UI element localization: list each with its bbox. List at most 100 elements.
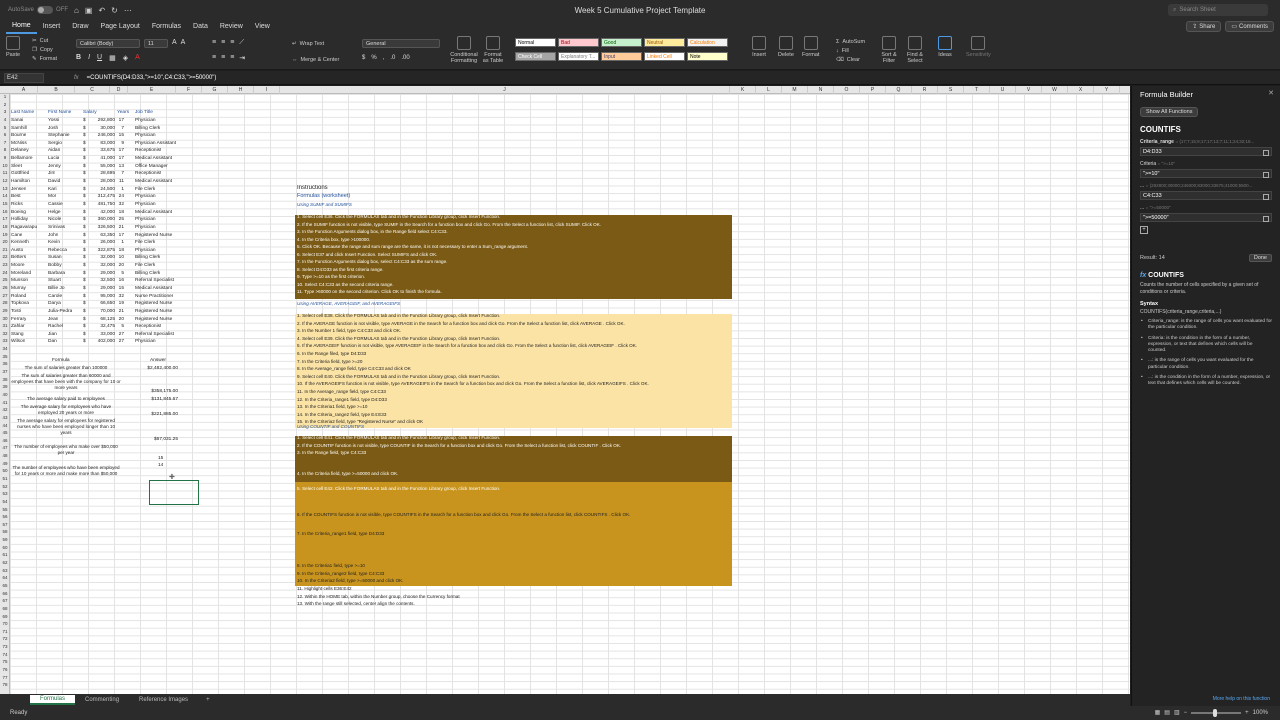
page-layout-icon[interactable]: ▤ [1164, 709, 1170, 716]
row-header[interactable]: 35 [0, 354, 10, 359]
column-header[interactable]: L [756, 86, 782, 94]
save-icon[interactable]: ▣ [85, 6, 93, 15]
sheet-tab-formulas[interactable]: Formulas [30, 695, 76, 705]
column-header[interactable]: S [938, 86, 964, 94]
row-header[interactable]: 78 [0, 682, 10, 687]
row-header[interactable]: 51 [0, 476, 10, 481]
row-header[interactable]: 22 [0, 254, 10, 259]
row-header[interactable]: 10 [0, 163, 10, 168]
column-header[interactable]: M [782, 86, 808, 94]
row-header[interactable]: 75 [0, 659, 10, 664]
undo-icon[interactable]: ↶ [98, 6, 105, 15]
row-header[interactable]: 57 [0, 522, 10, 527]
row-header[interactable]: 47 [0, 445, 10, 450]
row-header[interactable]: 15 [0, 201, 10, 206]
sort-filter-button[interactable]: Sort & Filter [878, 36, 900, 64]
style-bad[interactable]: Bad [558, 38, 599, 47]
add-sheet-icon[interactable]: + [198, 697, 218, 703]
column-header[interactable]: N [808, 86, 834, 94]
column-header[interactable]: R [912, 86, 938, 94]
row-header[interactable]: 65 [0, 583, 10, 588]
criteria2-input[interactable]: ">=50000" [1140, 213, 1272, 222]
column-header[interactable]: T [964, 86, 990, 94]
tab-home[interactable]: Home [6, 20, 37, 34]
increase-font-icon[interactable]: A [172, 39, 177, 48]
find-select-button[interactable]: Find & Select [904, 36, 926, 64]
autosum-button[interactable]: Σ AutoSum [836, 37, 865, 46]
style-check-cell[interactable]: Check Cell [515, 52, 556, 61]
comma-icon[interactable]: , [383, 55, 385, 61]
sensitivity-button[interactable]: Sensitivity [966, 36, 991, 58]
row-header[interactable]: 18 [0, 224, 10, 229]
wrap-text-button[interactable]: ↵ Wrap Text [292, 39, 324, 48]
zoom-out-icon[interactable]: − [1184, 710, 1188, 716]
row-header[interactable]: 46 [0, 438, 10, 443]
row-header[interactable]: 27 [0, 293, 10, 298]
ideas-button[interactable]: Ideas [938, 36, 952, 58]
row-header[interactable]: 73 [0, 644, 10, 649]
copy-button[interactable]: ❐ Copy [32, 45, 57, 54]
style-good[interactable]: Good [601, 38, 642, 47]
fx-icon[interactable]: fx [74, 75, 79, 81]
row-header[interactable]: 70 [0, 621, 10, 626]
row-header[interactable]: 40 [0, 392, 10, 397]
row-header[interactable]: 72 [0, 636, 10, 641]
add-argument-icon[interactable]: + [1140, 226, 1148, 234]
number-format-select[interactable]: General [362, 39, 440, 48]
row-header[interactable]: 17 [0, 216, 10, 221]
row-header[interactable]: 38 [0, 377, 10, 382]
column-header[interactable]: G [202, 86, 228, 94]
italic-button[interactable]: I [88, 54, 90, 62]
clear-button[interactable]: ⌫ Clear [836, 55, 865, 64]
delete-cells-button[interactable]: Delete [778, 36, 794, 58]
tab-formulas[interactable]: Formulas [146, 20, 187, 34]
sheet-tab-reference-images[interactable]: Reference Images [129, 696, 198, 704]
normal-view-icon[interactable]: ▦ [1155, 709, 1161, 716]
row-header[interactable]: 53 [0, 491, 10, 496]
column-header[interactable]: C [75, 86, 110, 94]
row-header[interactable]: 59 [0, 537, 10, 542]
row-header[interactable]: 42 [0, 407, 10, 412]
column-header[interactable]: I [254, 86, 280, 94]
redo-icon[interactable]: ↻ [111, 6, 118, 15]
tab-draw[interactable]: Draw [66, 20, 94, 34]
row-header[interactable]: 1 [0, 94, 10, 99]
row-header[interactable]: 37 [0, 369, 10, 374]
column-header[interactable]: E [128, 86, 176, 94]
style-normal[interactable]: Normal [515, 38, 556, 47]
row-header[interactable]: 39 [0, 384, 10, 389]
column-header[interactable]: Q [886, 86, 912, 94]
font-color-icon[interactable]: A [135, 54, 140, 62]
conditional-formatting-button[interactable]: Conditional Formatting [450, 36, 478, 64]
row-header[interactable]: 34 [0, 346, 10, 351]
column-header[interactable]: U [990, 86, 1016, 94]
row-header[interactable]: 33 [0, 338, 10, 343]
row-header[interactable]: 8 [0, 147, 10, 152]
row-header[interactable]: 32 [0, 331, 10, 336]
row-header[interactable]: 3 [0, 109, 10, 114]
row-header[interactable]: 29 [0, 308, 10, 313]
row-header[interactable]: 69 [0, 614, 10, 619]
tab-insert[interactable]: Insert [37, 20, 67, 34]
zoom-in-icon[interactable]: + [1245, 710, 1249, 716]
style-linked-cell[interactable]: Linked Cell [644, 52, 685, 61]
row-header[interactable]: 19 [0, 232, 10, 237]
row-header[interactable]: 21 [0, 247, 10, 252]
criteria-range-input[interactable]: D4:D33 [1140, 147, 1272, 156]
column-header[interactable]: V [1016, 86, 1042, 94]
fill-color-icon[interactable]: ◈ [123, 54, 128, 62]
row-header[interactable]: 36 [0, 361, 10, 366]
percent-icon[interactable]: % [371, 55, 376, 61]
row-header[interactable]: 64 [0, 575, 10, 580]
row-header[interactable]: 28 [0, 300, 10, 305]
selected-cell-e42[interactable] [149, 480, 199, 505]
indent-icon[interactable]: ⇥ [239, 54, 245, 62]
share-button[interactable]: ⇪ Share [1186, 21, 1222, 32]
align-bottom-icon[interactable]: ≡ [230, 39, 234, 47]
row-header[interactable]: 30 [0, 316, 10, 321]
autosave-toggle[interactable]: AutoSave OFF [8, 6, 68, 14]
row-header[interactable]: 9 [0, 155, 10, 160]
tab-page-layout[interactable]: Page Layout [95, 20, 146, 34]
increase-decimal-icon[interactable]: .0 [390, 55, 395, 61]
row-header[interactable]: 49 [0, 461, 10, 466]
